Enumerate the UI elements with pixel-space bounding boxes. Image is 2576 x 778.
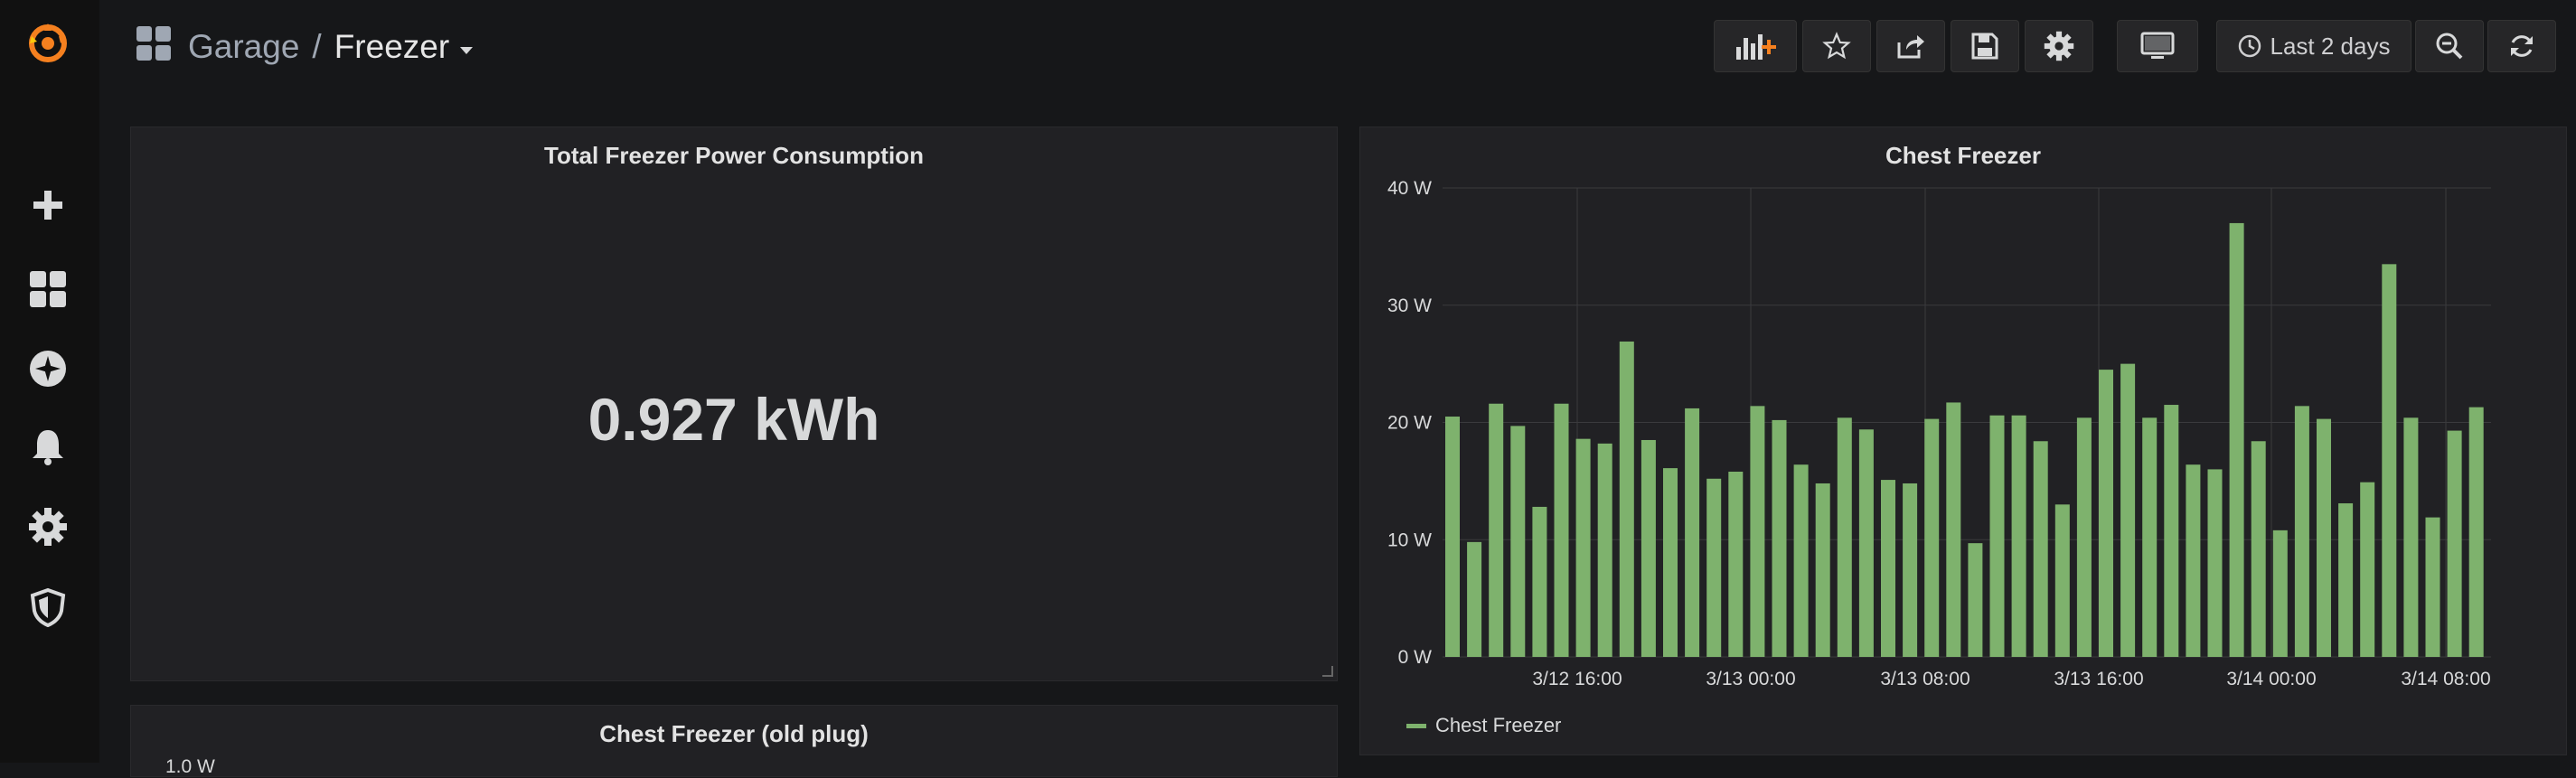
- refresh-button[interactable]: [2487, 20, 2556, 72]
- gear-icon: [2044, 31, 2074, 61]
- partial-y-tick: 1.0 W: [165, 756, 215, 777]
- add-panel-button[interactable]: [1714, 20, 1797, 72]
- chest-freezer-panel: Chest Freezer: [1359, 127, 2567, 755]
- zoom-out-button[interactable]: [2415, 20, 2484, 72]
- chart-legend[interactable]: Chest Freezer: [1406, 714, 1561, 737]
- bell-icon[interactable]: [23, 421, 73, 472]
- breadcrumb: Garage / Freezer: [136, 20, 474, 74]
- dashboard-grid-icon: [136, 25, 172, 70]
- star-icon: [1822, 32, 1851, 60]
- grafana-logo-icon[interactable]: [23, 18, 73, 69]
- view-mode-button[interactable]: [2117, 20, 2198, 72]
- plus-icon[interactable]: [23, 180, 73, 230]
- shield-icon[interactable]: [23, 582, 73, 633]
- sidebar: [0, 0, 99, 763]
- dashboard-title[interactable]: Freezer: [334, 28, 449, 66]
- panel-title[interactable]: Chest Freezer (old plug): [131, 720, 1337, 748]
- panel-title[interactable]: Total Freezer Power Consumption: [131, 142, 1337, 170]
- total-consumption-panel: Total Freezer Power Consumption 0.927 kW…: [130, 127, 1338, 681]
- old-plug-panel: Chest Freezer (old plug) 1.0 W: [130, 705, 1338, 777]
- breadcrumb-separator: /: [312, 28, 322, 65]
- settings-button[interactable]: [2025, 20, 2093, 72]
- resize-handle[interactable]: [1322, 666, 1333, 677]
- explore-compass-icon[interactable]: [23, 343, 73, 394]
- star-button[interactable]: [1802, 20, 1871, 72]
- add-panel-icon: [1736, 34, 1776, 60]
- refresh-icon: [2511, 35, 2533, 57]
- save-icon: [1971, 33, 1998, 60]
- breadcrumb-folder[interactable]: Garage: [188, 28, 299, 66]
- time-range-label: Last 2 days: [2270, 32, 2391, 60]
- legend-swatch: [1406, 723, 1426, 728]
- gear-icon[interactable]: [23, 501, 73, 552]
- chevron-down-icon[interactable]: [460, 47, 474, 54]
- legend-label: Chest Freezer: [1435, 714, 1562, 736]
- share-icon: [1897, 35, 1924, 59]
- clock-icon: [2238, 34, 2261, 58]
- dashboards-icon[interactable]: [23, 264, 73, 314]
- dashboard-navbar: Garage / Freezer Last 2 days: [99, 0, 2576, 99]
- share-button[interactable]: [1876, 20, 1945, 72]
- stat-value: 0.927 kWh: [588, 386, 880, 453]
- panel-title[interactable]: Chest Freezer: [1360, 142, 2566, 170]
- save-button[interactable]: [1951, 20, 2019, 72]
- time-range-picker[interactable]: Last 2 days: [2216, 20, 2411, 72]
- zoom-out-icon: [2436, 33, 2463, 60]
- monitor-icon: [2140, 32, 2175, 59]
